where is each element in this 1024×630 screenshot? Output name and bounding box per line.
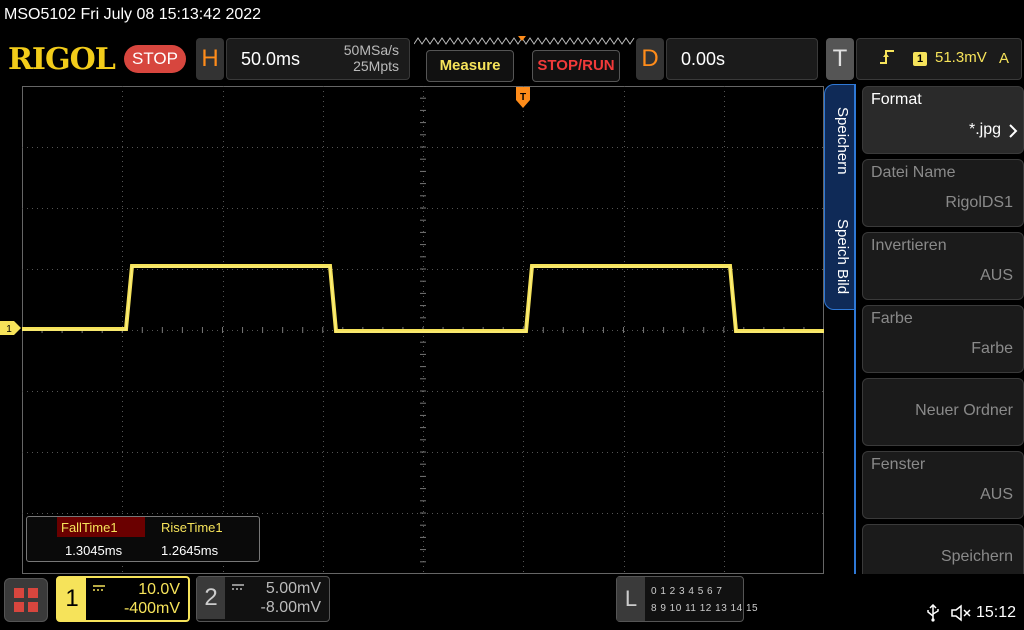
menu-item-datei-name[interactable]: Datei Name RigolDS1 [862,159,1024,227]
ch1-offset-marker[interactable]: 1 [0,321,22,335]
grid-menu-icon [14,588,38,612]
ch1-offset: -400mV [123,600,180,617]
menu-item-value: Neuer Ordner [915,402,1013,419]
menu-item-invertieren[interactable]: Invertieren AUS [862,232,1024,300]
trigger-panel[interactable]: 1 51.3mV A [856,38,1022,80]
rigol-logo: RIGOL [8,42,116,77]
ch2-settings[interactable]: 2 5.00mV -8.00mV [196,576,330,622]
ch1-settings[interactable]: 1 10.0V -400mV [56,576,190,622]
horizontal-panel[interactable]: 50.0ms 50MSa/s 25Mpts [226,38,410,80]
delay-panel[interactable]: 0.00s [666,38,818,80]
menu-item-label: Format [871,91,922,108]
menu-item-format[interactable]: Format *.jpg [862,86,1024,154]
ch1-scale: 10.0V [138,581,180,598]
menu-item-value: RigolDS1 [945,194,1013,211]
run-state-badge[interactable]: STOP [124,45,186,73]
speaker-muted-icon[interactable] [950,604,972,622]
logic-analyzer-panel[interactable]: L 0 1 2 3 4 5 6 7 8 9 10 11 12 13 14 15 [616,576,758,622]
tab-speichern[interactable]: Speichern [834,107,851,175]
measurement-label: RiseTime1 [161,520,223,535]
dc-coupling-icon [232,584,244,590]
measurement-results: FallTime1 RiseTime1 1.3045ms 1.2645ms [26,516,260,562]
logic-channels-row1: 0 1 2 3 4 5 6 7 [651,586,723,597]
memory-depth: 25Mpts [353,58,399,74]
usb-icon [927,604,939,622]
ch2-scale: 5.00mV [265,580,321,597]
logic-letter: L [617,577,645,621]
sample-rate: 50MSa/s [343,42,399,58]
trigger-source: 1 [913,52,927,66]
menu-item-value: Speichern [940,548,1013,565]
menu-item-label: Farbe [871,310,913,327]
menu-item-label: Invertieren [871,237,947,254]
delay-value: 0.00s [681,49,726,69]
measure-button[interactable]: Measure [426,50,514,82]
save-menu: Format *.jpg Datei Name RigolDS1 Inverti… [854,84,1024,592]
home-button[interactable] [4,578,48,622]
menu-item-farbe[interactable]: Farbe Farbe [862,305,1024,373]
trigger-level: 51.3mV [935,49,987,66]
ch1-marker-label: 1 [6,324,12,335]
chevron-right-icon [1009,124,1018,138]
system-clock: 15:12 [976,604,1017,621]
top-control-bar: RIGOL STOP H 50.0ms 50MSa/s 25Mpts Measu… [0,32,1024,86]
stop-run-button[interactable]: STOP/RUN [532,50,620,82]
ch1-number: 1 [58,578,86,620]
trigger-mode: A [999,50,1010,67]
menu-item-label: Datei Name [871,164,956,181]
system-status: 15:12 [922,602,1022,624]
measurement-label: FallTime1 [57,517,145,537]
menu-item-value: *.jpg [968,121,1001,138]
menu-item-value: AUS [980,267,1013,284]
status-bar: MSO5102 Fri July 08 15:13:42 2022 [0,0,1024,32]
delay-letter[interactable]: D [636,38,664,80]
horizontal-letter[interactable]: H [196,38,224,80]
menu-item-neuer-ordner[interactable]: Neuer Ordner [862,378,1024,446]
instrument-datetime: MSO5102 Fri July 08 15:13:42 2022 [4,6,262,23]
logic-channels-row2: 8 9 10 11 12 13 14 15 [651,603,759,614]
ch2-offset: -8.00mV [260,599,321,616]
dc-coupling-icon [93,585,105,591]
menu-item-value: AUS [980,486,1013,503]
tab-speich-bild[interactable]: Speich Bild [834,219,851,294]
trigger-letter[interactable]: T [826,38,854,80]
measurement-value: 1.3045ms [65,543,123,558]
trigger-position-marker[interactable]: T [515,86,531,110]
trigger-marker-label: T [520,92,526,103]
waveform-display[interactable] [22,86,824,574]
memory-overview-strip [414,36,635,45]
menu-item-value: Farbe [971,340,1013,357]
ch1-waveform [22,264,824,333]
ch2-number: 2 [197,577,225,619]
menu-tab-strip[interactable]: Speichern Speich Bild [824,84,858,310]
menu-item-label: Fenster [871,456,926,473]
timebase-value: 50.0ms [241,49,301,69]
menu-item-fenster[interactable]: Fenster AUS [862,451,1024,519]
measurement-value: 1.2645ms [161,543,219,558]
rising-edge-icon [880,50,894,64]
bottom-bar: 1 10.0V -400mV 2 5.00mV -8.00mV L 0 1 2 … [0,574,1024,630]
